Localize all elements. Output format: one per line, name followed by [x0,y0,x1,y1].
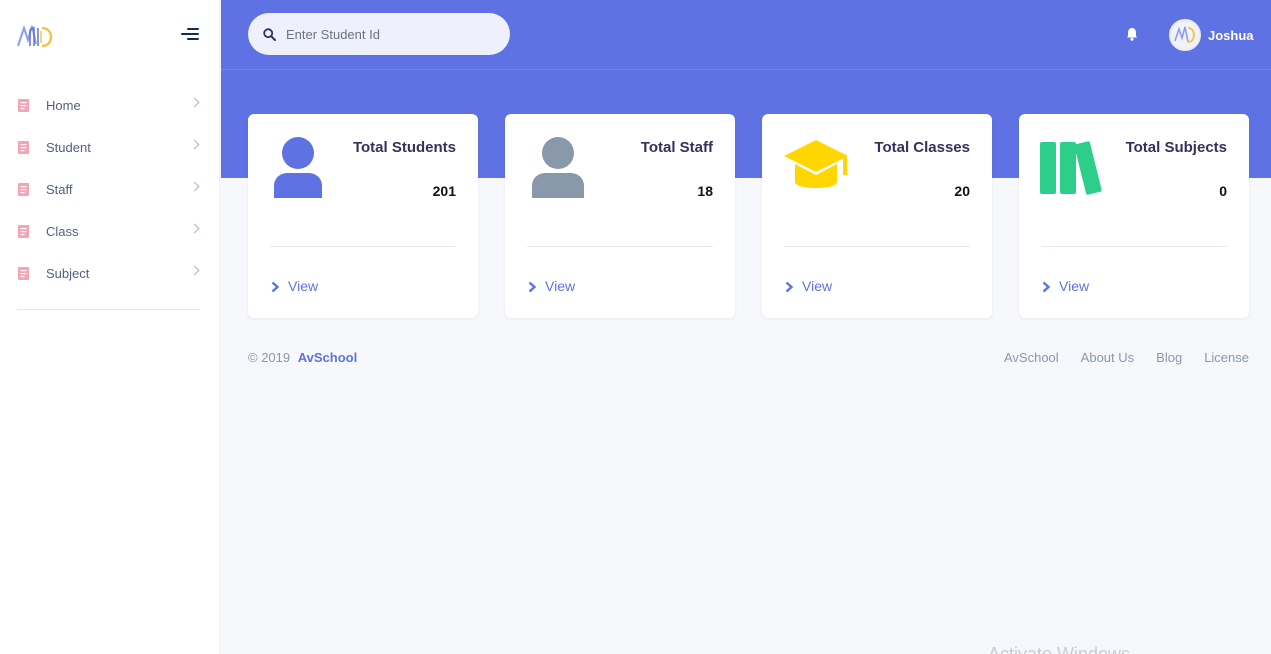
view-link[interactable]: View [785,278,832,294]
card-divider [527,246,713,247]
sidebar-item-home[interactable]: Home [0,84,220,126]
document-icon [18,98,31,112]
bell-icon[interactable] [1124,26,1140,42]
chevron-right-icon [785,280,794,293]
menu-bar-icon [187,28,199,30]
menu-bar-icon [181,33,199,35]
footer-nav: AvSchool About Us Blog License [982,350,1249,365]
sidebar-item-label: Student [46,139,91,155]
stat-card-subjects: Total Subjects 0 View [1019,114,1249,318]
stat-card-classes: Total Classes 20 View [762,114,992,318]
view-link[interactable]: View [528,278,575,294]
graduation-cap-icon [782,138,850,196]
card-title: Total Subjects [1125,139,1227,156]
card-value: 20 [954,183,970,199]
footer-copyright: © 2019 AvSchool [248,350,357,365]
footer-link-avschool[interactable]: AvSchool [1004,350,1059,365]
stat-card-staff: Total Staff 18 View [505,114,735,318]
sidebar-divider [17,309,200,310]
document-icon [18,224,31,238]
user-icon [270,134,334,200]
menu-bar-icon [187,38,199,40]
footer-link-license[interactable]: License [1204,350,1249,365]
card-title: Total Students [352,139,456,156]
sidebar-item-class[interactable]: Class [0,210,220,252]
sidebar-item-label: Home [46,97,81,113]
view-link[interactable]: View [1042,278,1089,294]
document-icon [18,182,31,196]
sidebar-item-label: Subject [46,265,90,281]
card-divider [270,246,456,247]
sidebar-toggle-button[interactable] [181,28,199,42]
sidebar-item-label: Staff [46,181,73,197]
app-logo[interactable] [16,20,58,52]
header-divider [221,69,1271,70]
card-value: 201 [432,183,456,199]
chevron-right-icon [189,223,200,234]
user-icon [527,134,591,200]
sidebar: Home Student Staff Class Subject [0,0,220,654]
document-icon [18,140,31,154]
card-divider [784,246,970,247]
card-title: Total Classes [874,139,970,156]
activation-watermark: Activate Windows [988,644,1131,654]
chevron-right-icon [189,265,200,276]
view-link[interactable]: View [271,278,318,294]
card-divider [1041,246,1227,247]
chevron-right-icon [189,181,200,192]
view-link-label: View [288,278,319,294]
sidebar-item-staff[interactable]: Staff [0,168,220,210]
sidebar-nav: Home Student Staff Class Subject [0,84,220,294]
footer-brand-link[interactable]: AvSchool [298,350,357,365]
chevron-right-icon [528,280,537,293]
books-icon [1039,140,1103,206]
stat-card-students: Total Students 201 View [248,114,478,318]
chevron-right-icon [189,97,200,108]
search-input[interactable] [286,26,486,42]
user-name[interactable]: Joshua [1208,28,1254,43]
document-icon [18,266,31,280]
view-link-label: View [1059,278,1090,294]
view-link-label: View [802,278,833,294]
chevron-right-icon [271,280,280,293]
footer-link-blog[interactable]: Blog [1156,350,1182,365]
sidebar-item-subject[interactable]: Subject [0,252,220,294]
chevron-right-icon [1042,280,1051,293]
card-title: Total Staff [640,139,713,156]
search-bar[interactable] [248,13,510,55]
card-value: 18 [697,183,713,199]
chevron-right-icon [189,139,200,150]
copyright-text: © 2019 [248,350,291,365]
view-link-label: View [545,278,576,294]
sidebar-item-label: Class [46,223,79,239]
avatar[interactable] [1169,19,1201,51]
footer-link-about-us[interactable]: About Us [1081,350,1134,365]
card-value: 0 [1219,183,1227,199]
sidebar-item-student[interactable]: Student [0,126,220,168]
search-icon [263,27,276,41]
